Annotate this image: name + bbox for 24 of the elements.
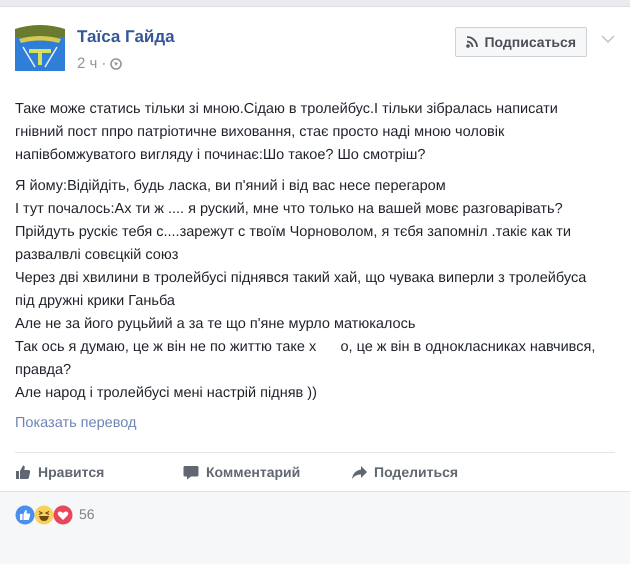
post-text: Через дві хвилини в тролейбусі піднявся такий хай, що чувака виперли з тролейбуса під дружні крики Ганьба [15, 268, 588, 310]
translate-link[interactable]: Показать перевод [15, 412, 136, 434]
globe-icon [110, 58, 122, 70]
laughing-emoji-icon[interactable] [34, 504, 54, 525]
heart-reaction-icon[interactable] [53, 504, 73, 525]
speech-bubble-icon [183, 464, 199, 480]
reaction-count[interactable]: 56 [79, 504, 95, 526]
post-text: Але не за його руцьйий а за те що п'яне мурло матюкалось [15, 314, 416, 334]
author-name[interactable]: Таїса Гайда [77, 27, 175, 47]
post-text: І тут почалось:Ах ти ж .... я руский, мне что только на вашей мовє разговарівать?Прійдуть рускіє тебя с....зарежут с твоїм Чорноволом, я тєбя запомніл .такіє как ти развалвлі совєцкій союз [15, 200, 572, 264]
separator: · [101, 54, 106, 74]
rss-icon [466, 36, 478, 48]
like-reaction-icon[interactable] [15, 504, 35, 525]
like-button[interactable]: Нравится [15, 457, 183, 488]
follow-button[interactable]: Подписаться [455, 27, 587, 57]
post-text: Таке може статись тільки зі мною.Сідаю в тролейбус.І тільки зібралась написати гнівний пост ппро патріотичне виховання, стає просто наді мною чоловік напівбомжуватого вигляду і починає:Шо такое? Шо смотріш? [15, 100, 559, 164]
post-time[interactable]: 2 ч [77, 53, 98, 76]
thumbs-up-icon [15, 464, 31, 480]
comment-button[interactable]: Комментарий [183, 457, 351, 488]
share-arrow-icon [351, 464, 367, 480]
post-text: Так ось я думаю, це ж він не по життю таке х о, це ж він в однокласниках навчився, правда? [15, 338, 596, 380]
post-text: Я йому:Відійдіть, будь ласка, ви п'яний і від вас несе перегаром [15, 176, 447, 196]
post-text: Але народ і тролейбусі мені настрій підняв )) [15, 384, 318, 402]
share-button[interactable]: Поделиться [351, 457, 458, 488]
